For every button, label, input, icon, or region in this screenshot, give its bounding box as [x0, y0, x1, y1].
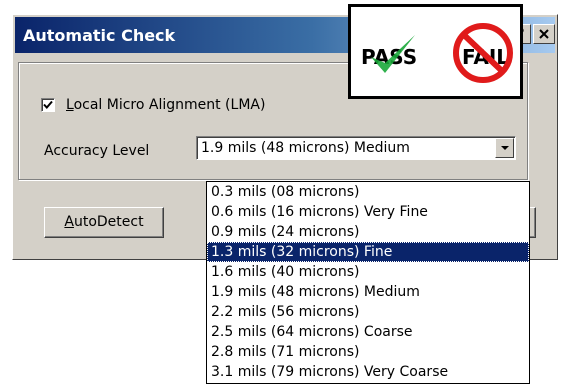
dropdown-option[interactable]: 2.5 mils (64 microns) Coarse — [207, 322, 529, 342]
dropdown-option[interactable]: 1.3 mils (32 microns) Fine — [207, 242, 529, 262]
accuracy-level-select[interactable]: 1.9 mils (48 microns) Medium — [196, 136, 516, 160]
lma-checkbox-label[interactable]: Local Micro Alignment (LMA) — [66, 97, 265, 113]
chevron-down-icon[interactable] — [495, 138, 514, 158]
dropdown-option[interactable]: 0.3 mils (08 microns) — [207, 182, 529, 202]
pass-fail-graphic: PASS FAIL — [348, 4, 523, 99]
no-symbol-icon — [453, 23, 513, 83]
autodetect-button[interactable]: AutoDetect — [44, 207, 164, 238]
dropdown-option[interactable]: 0.6 mils (16 microns) Very Fine — [207, 202, 529, 222]
dropdown-option[interactable]: 1.9 mils (48 microns) Medium — [207, 282, 529, 302]
checkmark-icon — [371, 35, 415, 73]
close-icon — [538, 25, 550, 44]
dropdown-option[interactable]: 2.2 mils (56 microns) — [207, 302, 529, 322]
window-title: Automatic Check — [23, 26, 176, 45]
accuracy-dropdown-list[interactable]: 0.3 mils (08 microns) 0.6 mils (16 micron… — [206, 181, 530, 384]
dropdown-option[interactable]: 0.9 mils (24 microns) — [207, 222, 529, 242]
dropdown-option[interactable]: 1.6 mils (40 microns) — [207, 262, 529, 282]
dropdown-option[interactable]: 3.1 mils (79 microns) Very Coarse — [207, 362, 529, 382]
checkmark-icon — [43, 100, 53, 109]
lma-checkbox[interactable] — [41, 98, 55, 112]
dropdown-option[interactable]: 2.8 mils (71 microns) — [207, 342, 529, 362]
accuracy-level-label: Accuracy Level — [44, 143, 150, 159]
accuracy-level-value: 1.9 mils (48 microns) Medium — [201, 140, 410, 156]
close-button[interactable] — [533, 24, 555, 44]
